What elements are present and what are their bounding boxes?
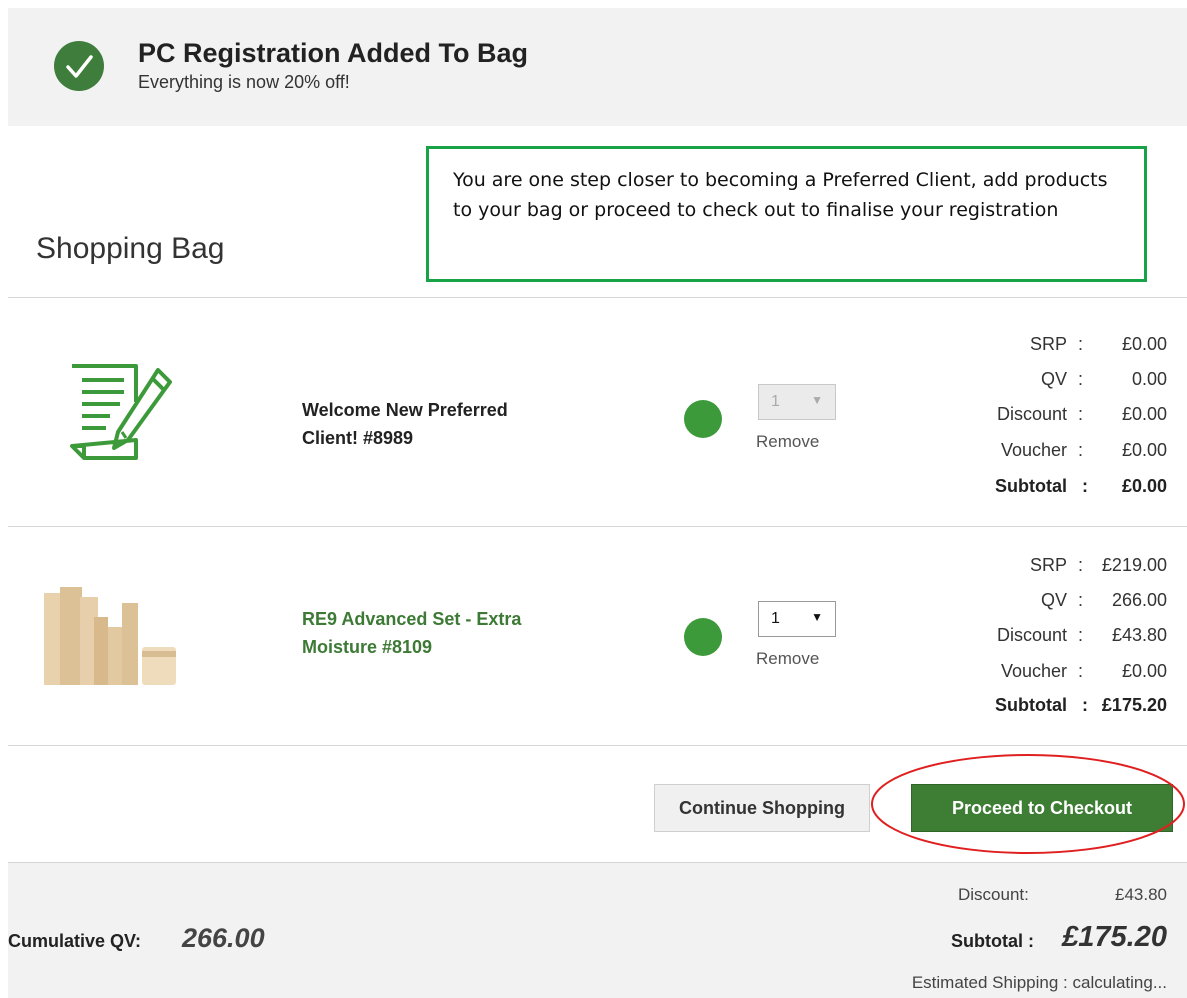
summary-subtotal-label: Subtotal :: [951, 931, 1034, 951]
registration-form-pencil-icon: [70, 364, 172, 460]
price-value: £219.00: [1101, 555, 1167, 575]
cart-item: Welcome New Preferred Client! #8989 1 ▼ …: [8, 298, 1187, 526]
summary-discount-value: £43.80: [1115, 885, 1167, 904]
price-label: Subtotal: [995, 476, 1067, 496]
price-label: SRP: [1029, 555, 1067, 575]
banner-subtitle: Everything is now 20% off!: [138, 72, 350, 92]
price-label: Discount: [996, 625, 1067, 645]
price-label: SRP: [1029, 334, 1067, 354]
cart-item: RE9 Advanced Set - Extra Moisture #8109 …: [8, 527, 1187, 745]
price-label: QV: [1040, 369, 1067, 389]
price-label: QV: [1040, 590, 1067, 610]
order-summary: Cumulative QV: 266.00 Discount: £43.80 S…: [8, 862, 1187, 998]
banner-title: PC Registration Added To Bag: [138, 38, 529, 68]
availability-status-dot: [684, 400, 722, 438]
price-label: Discount: [996, 404, 1067, 424]
product-bottles-image[interactable]: [42, 587, 182, 691]
preferred-client-notice: You are one step closer to becoming a Pr…: [426, 146, 1147, 282]
quantity-select[interactable]: 1 ▼: [758, 601, 836, 637]
price-label: Voucher: [1000, 661, 1067, 681]
price-value: £0.00: [1121, 661, 1167, 681]
continue-shopping-button[interactable]: Continue Shopping: [654, 784, 870, 832]
quantity-value: 1: [771, 610, 780, 627]
divider: [8, 745, 1187, 746]
page-title: Shopping Bag: [36, 232, 225, 265]
availability-status-dot: [684, 618, 722, 656]
price-value: 0.00: [1131, 369, 1167, 389]
remove-link[interactable]: Remove: [756, 432, 819, 452]
item-name-line1: RE9 Advanced Set - Extra: [302, 609, 522, 629]
item-name-line2: Moisture #8109: [302, 637, 433, 657]
price-label: Voucher: [1000, 440, 1067, 460]
price-value: £175.20: [1101, 695, 1167, 715]
price-value: £0.00: [1121, 404, 1167, 424]
summary-discount-label: Discount:: [958, 885, 1029, 904]
item-name[interactable]: Welcome New Preferred Client! #8989: [302, 396, 508, 452]
remove-link[interactable]: Remove: [756, 649, 819, 669]
shipping-label: Estimated Shipping :: [911, 973, 1068, 992]
price-value: £0.00: [1121, 440, 1167, 460]
price-label: Subtotal: [995, 695, 1067, 715]
item-name-line2: Client! #8989: [302, 428, 414, 448]
chevron-down-icon: ▼: [811, 610, 823, 624]
estimated-shipping: Estimated Shipping : calculating...: [912, 973, 1167, 993]
cumulative-qv-label: Cumulative QV:: [8, 931, 142, 951]
check-circle-icon: [54, 41, 104, 91]
chevron-down-icon: ▼: [811, 393, 823, 407]
quantity-value: 1: [771, 393, 780, 410]
proceed-to-checkout-button[interactable]: Proceed to Checkout: [911, 784, 1173, 832]
price-value: £0.00: [1121, 334, 1167, 354]
cumulative-qv-value: 266.00: [182, 923, 265, 953]
price-value: £43.80: [1111, 625, 1167, 645]
price-value: £0.00: [1121, 476, 1167, 496]
item-name-line1: Welcome New Preferred: [302, 400, 508, 420]
shipping-value: calculating...: [1072, 973, 1168, 992]
confirmation-banner: PC Registration Added To Bag Everything …: [8, 8, 1187, 126]
item-name-link[interactable]: RE9 Advanced Set - Extra Moisture #8109: [302, 605, 521, 661]
price-value: 266.00: [1111, 590, 1167, 610]
summary-subtotal-value: £175.20: [1062, 921, 1167, 953]
quantity-select[interactable]: 1 ▼: [758, 384, 836, 420]
